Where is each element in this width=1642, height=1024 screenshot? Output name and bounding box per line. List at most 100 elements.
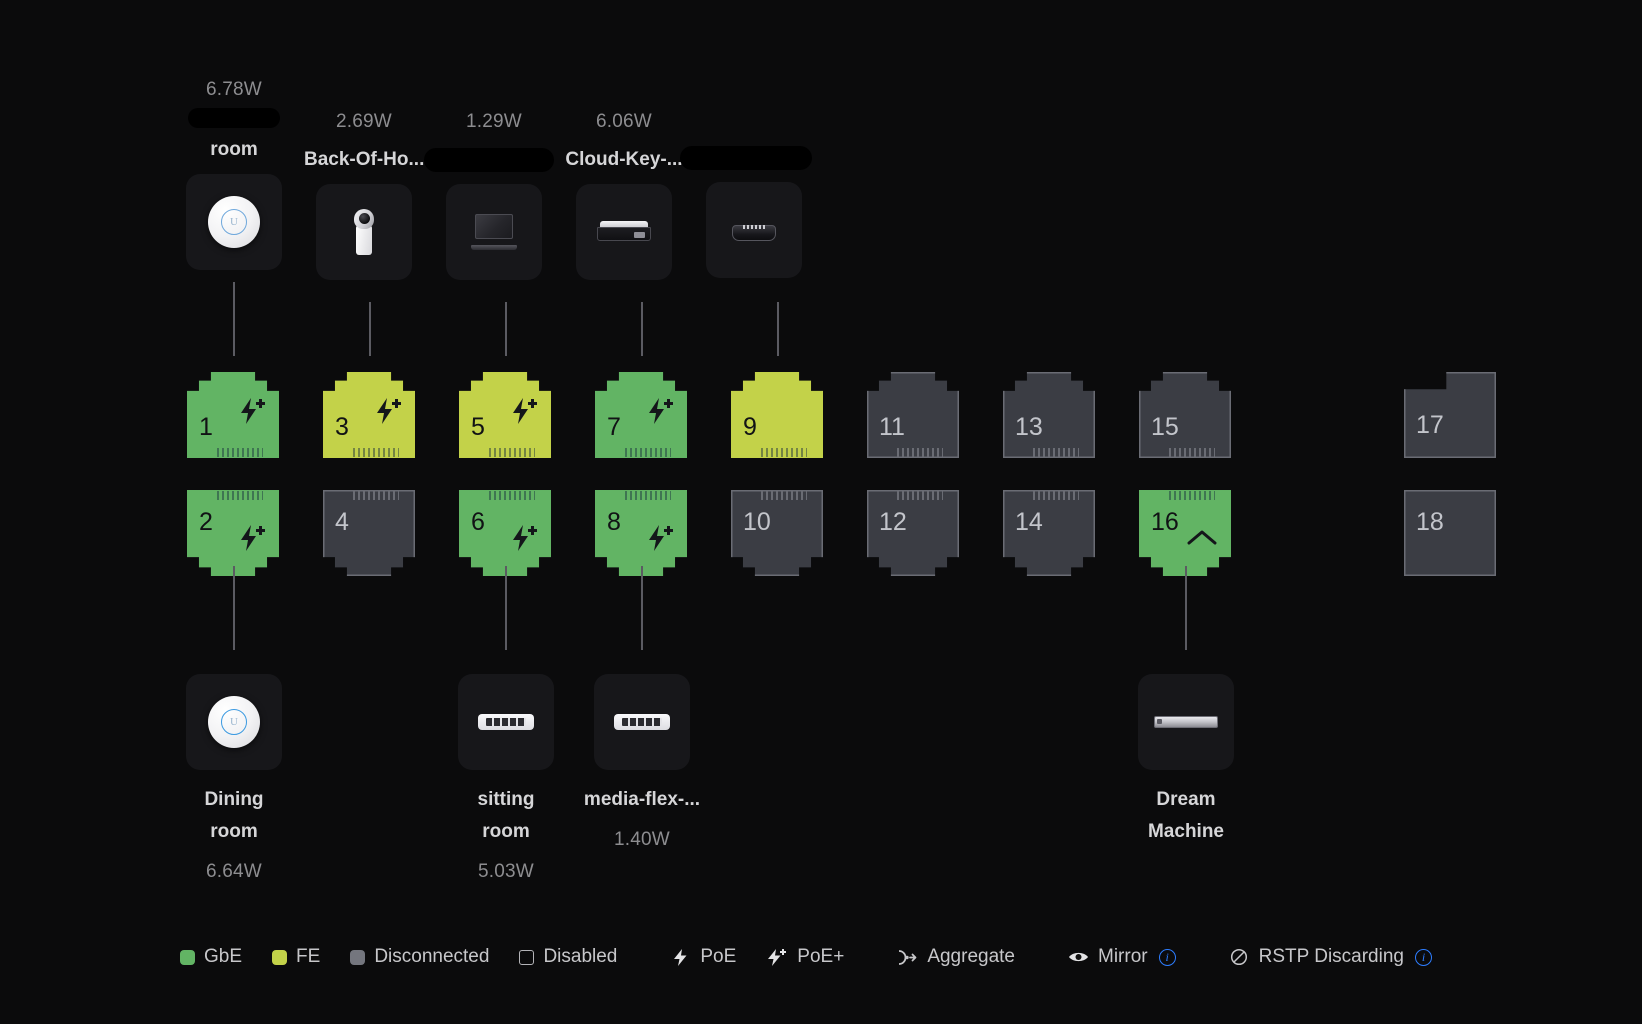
top-device-2[interactable]: 1.29W: [424, 110, 554, 280]
port-14[interactable]: 14: [1003, 490, 1095, 576]
port-17[interactable]: 17: [1404, 372, 1496, 458]
port-4[interactable]: 4: [323, 490, 415, 576]
port-number-label: 7: [607, 413, 621, 441]
link-line-port-16: [1185, 566, 1187, 650]
switch-port-topology-panel: 6.78W room U 2.69W Back-Of-Ho... 1.29W 6…: [0, 0, 1642, 1024]
link-line-port-1: [233, 282, 235, 356]
device-thumbnail[interactable]: [316, 184, 412, 280]
port-pins: [761, 491, 807, 500]
device-name-line1: Dining: [204, 789, 264, 810]
port-number-label: 2: [199, 508, 213, 536]
device-name-label: sitting room: [458, 784, 554, 848]
legend-label: PoE+: [797, 946, 845, 967]
device-power-label: 1.29W: [466, 111, 522, 132]
device-name-label: room: [210, 139, 258, 160]
legend-item-disconnected: Disconnected: [350, 946, 489, 968]
poe-plus-icon: [766, 948, 788, 967]
port-18[interactable]: 18: [1404, 490, 1496, 576]
aggregate-icon: [896, 949, 918, 966]
port-11[interactable]: 11: [867, 372, 959, 458]
poe-plus-icon: [371, 396, 405, 431]
device-name-line1: Dream: [1156, 789, 1216, 810]
port-pins: [897, 448, 943, 457]
port-number-label: 16: [1151, 508, 1179, 536]
device-name-line2: room: [210, 821, 258, 842]
chevron-up-icon: [1185, 527, 1219, 554]
port-5[interactable]: 5: [459, 372, 551, 458]
port-number-label: 6: [471, 508, 485, 536]
legend-item-rstp-discarding: RSTP Discarding i: [1228, 946, 1432, 968]
device-power-label: 5.03W: [478, 861, 534, 882]
device-thumbnail[interactable]: U: [186, 674, 282, 770]
port-6[interactable]: 6: [459, 490, 551, 576]
legend-label: RSTP Discarding: [1258, 946, 1404, 967]
link-line-port-8: [641, 566, 643, 650]
device-name-line2: Machine: [1147, 821, 1225, 842]
link-line-port-3: [369, 302, 371, 356]
device-thumbnail[interactable]: [446, 184, 542, 280]
legend-item-disabled: Disabled: [519, 946, 617, 968]
port-13[interactable]: 13: [1003, 372, 1095, 458]
legend-item-mirror: Mirror i: [1067, 946, 1176, 968]
legend-item-aggregate: Aggregate: [896, 946, 1015, 968]
port-8[interactable]: 8: [595, 490, 687, 576]
port-number-label: 3: [335, 413, 349, 441]
bottom-device-2[interactable]: media-flex-... 1.40W: [582, 674, 702, 852]
info-icon[interactable]: i: [1158, 948, 1176, 966]
legend-item-poe: PoE: [669, 946, 736, 968]
port-pins: [353, 448, 399, 457]
device-power-label: 6.78W: [206, 79, 262, 100]
link-line-port-5: [505, 302, 507, 356]
device-thumbnail[interactable]: [706, 182, 802, 278]
device-thumbnail[interactable]: [576, 184, 672, 280]
port-9[interactable]: 9: [731, 372, 823, 458]
port-number-label: 10: [743, 508, 771, 536]
legend-label: GbE: [204, 946, 243, 967]
unifi-ap-icon: U: [208, 196, 260, 248]
bottom-device-0[interactable]: U Dining room 6.64W: [186, 674, 282, 884]
link-line-port-7: [641, 302, 643, 356]
poe-icon: [669, 948, 691, 967]
legend-label: Aggregate: [927, 946, 1015, 967]
device-thumbnail[interactable]: [458, 674, 554, 770]
port-number-label: 1: [199, 413, 213, 441]
port-3[interactable]: 3: [323, 372, 415, 458]
dream-machine-icon: [1154, 716, 1218, 728]
port-1[interactable]: 1: [187, 372, 279, 458]
bottom-device-3[interactable]: Dream Machine: [1138, 674, 1234, 848]
flex-switch-icon: [614, 714, 670, 730]
device-power-label: 2.69W: [336, 111, 392, 132]
info-icon[interactable]: i: [1414, 948, 1432, 966]
poe-plus-icon: [507, 523, 541, 558]
port-15[interactable]: 15: [1139, 372, 1231, 458]
device-name-label: Cloud-Key-...: [565, 149, 683, 170]
unifi-ap-icon: U: [208, 696, 260, 748]
device-thumbnail[interactable]: [1138, 674, 1234, 770]
port-number-label: 8: [607, 508, 621, 536]
port-16[interactable]: 16: [1139, 490, 1231, 576]
port-12[interactable]: 12: [867, 490, 959, 576]
device-thumbnail[interactable]: [594, 674, 690, 770]
port-number-label: 4: [335, 508, 349, 536]
top-device-4[interactable]: [680, 142, 812, 278]
port-number-label: 11: [879, 413, 905, 441]
top-device-1[interactable]: 2.69W Back-Of-Ho...: [304, 110, 424, 280]
link-line-port-9: [777, 302, 779, 356]
port-pins: [1033, 448, 1079, 457]
top-device-0[interactable]: 6.78W room U: [186, 78, 282, 270]
port-pins: [1033, 491, 1079, 500]
device-thumbnail[interactable]: U: [186, 174, 282, 270]
redaction-bar: [188, 108, 280, 128]
bottom-device-1[interactable]: sitting room 5.03W: [458, 674, 554, 884]
device-name-line2: room: [482, 821, 530, 842]
port-2[interactable]: 2: [187, 490, 279, 576]
port-number-label: 17: [1416, 411, 1444, 439]
device-power-label: 1.40W: [614, 829, 670, 850]
port-10[interactable]: 10: [731, 490, 823, 576]
top-device-3[interactable]: 6.06W Cloud-Key-...: [564, 110, 684, 280]
port-7[interactable]: 7: [595, 372, 687, 458]
port-number-label: 15: [1151, 413, 1179, 441]
poe-plus-icon: [235, 396, 269, 431]
port-number-label: 18: [1416, 508, 1444, 536]
port-number-label: 9: [743, 413, 757, 441]
